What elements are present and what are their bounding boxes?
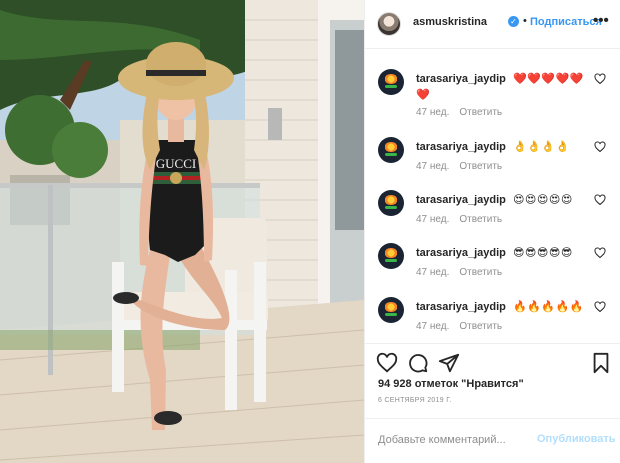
verified-badge-icon: ✓ xyxy=(508,16,519,27)
reply-button[interactable]: Ответить xyxy=(459,214,502,225)
like-comment-heart-icon[interactable] xyxy=(594,141,606,153)
commenter-avatar[interactable] xyxy=(378,297,404,323)
comment-text: 👌👌👌👌 xyxy=(512,140,570,153)
comment-line: tarasariya_jaydip 😎😎😎😎😎 xyxy=(416,245,596,261)
like-heart-icon[interactable] xyxy=(376,352,398,374)
commenter-avatar[interactable] xyxy=(378,137,404,163)
comment-time[interactable]: 47 нед. xyxy=(416,107,449,118)
comment-meta: 47 нед. Ответить xyxy=(416,214,502,225)
share-send-icon[interactable] xyxy=(438,352,460,374)
header-separator: • xyxy=(523,15,527,27)
comment-input[interactable] xyxy=(378,430,538,450)
comment-text: 😎😎😎😎😎 xyxy=(512,246,573,259)
reply-button[interactable]: Ответить xyxy=(459,267,502,278)
comment-meta: 47 нед. Ответить xyxy=(416,107,502,118)
comment-line: tarasariya_jaydip 😍😍😍😍😍 xyxy=(416,192,596,208)
comments-list[interactable]: tarasariya_jaydip ❤️❤️❤️❤️❤️❤️ 47 нед. От… xyxy=(365,49,620,343)
like-comment-heart-icon[interactable] xyxy=(594,194,606,206)
more-options-icon[interactable]: ••• xyxy=(593,12,609,29)
author-avatar[interactable] xyxy=(377,12,401,36)
comment-line: tarasariya_jaydip 🔥🔥🔥🔥🔥 xyxy=(416,299,596,315)
post-side-panel: asmuskristina ✓ • Подписаться ••• tarasa… xyxy=(364,0,620,463)
like-comment-heart-icon[interactable] xyxy=(594,247,606,259)
comment-time[interactable]: 47 нед. xyxy=(416,267,449,278)
commenter-avatar[interactable] xyxy=(378,243,404,269)
reply-button[interactable]: Ответить xyxy=(459,107,502,118)
post-photo[interactable]: GUCCI xyxy=(0,0,364,463)
follow-button[interactable]: Подписаться xyxy=(530,16,602,28)
save-bookmark-icon[interactable] xyxy=(590,352,612,374)
post-header: asmuskristina ✓ • Подписаться ••• xyxy=(365,0,620,49)
author-username[interactable]: asmuskristina xyxy=(413,16,487,28)
instagram-post: GUCCI asmuskristina ✓ • Подписаться ••• … xyxy=(0,0,620,463)
comment-line: tarasariya_jaydip 👌👌👌👌 xyxy=(416,139,596,155)
comment-bubble-icon[interactable] xyxy=(407,352,429,374)
comment-username[interactable]: tarasariya_jaydip xyxy=(416,247,506,259)
comment-username[interactable]: tarasariya_jaydip xyxy=(416,301,506,313)
comment-meta: 47 нед. Ответить xyxy=(416,267,502,278)
add-comment-bar: Опубликовать xyxy=(365,418,620,463)
photo-illustration: GUCCI xyxy=(0,0,364,463)
comment-meta: 47 нед. Ответить xyxy=(416,161,502,172)
comment-item: tarasariya_jaydip 😍😍😍😍😍 47 нед. Ответить xyxy=(365,190,620,244)
comment-username[interactable]: tarasariya_jaydip xyxy=(416,141,506,153)
publish-button[interactable]: Опубликовать xyxy=(537,433,616,445)
like-comment-heart-icon[interactable] xyxy=(594,73,606,85)
reply-button[interactable]: Ответить xyxy=(459,321,502,332)
comment-item: tarasariya_jaydip ❤️❤️❤️❤️❤️❤️ 47 нед. От… xyxy=(365,69,620,123)
comment-line: tarasariya_jaydip ❤️❤️❤️❤️❤️❤️ xyxy=(416,71,596,103)
comment-item: tarasariya_jaydip 🔥🔥🔥🔥🔥 47 нед. Ответить xyxy=(365,297,620,343)
comment-time[interactable]: 47 нед. xyxy=(416,161,449,172)
like-comment-heart-icon[interactable] xyxy=(594,301,606,313)
comment-text: 😍😍😍😍😍 xyxy=(512,193,573,206)
comment-text: 🔥🔥🔥🔥🔥 xyxy=(512,300,584,313)
commenter-avatar[interactable] xyxy=(378,69,404,95)
swimsuit-logo: GUCCI xyxy=(156,156,196,171)
comment-item: tarasariya_jaydip 😎😎😎😎😎 47 нед. Ответить xyxy=(365,243,620,297)
post-date: 6 СЕНТЯБРЯ 2019 Г. xyxy=(378,397,452,404)
comment-time[interactable]: 47 нед. xyxy=(416,214,449,225)
comment-username[interactable]: tarasariya_jaydip xyxy=(416,194,506,206)
comment-time[interactable]: 47 нед. xyxy=(416,321,449,332)
commenter-avatar[interactable] xyxy=(378,190,404,216)
reply-button[interactable]: Ответить xyxy=(459,161,502,172)
comment-meta: 47 нед. Ответить xyxy=(416,321,502,332)
post-actions-bar xyxy=(365,343,620,379)
comment-item: tarasariya_jaydip 👌👌👌👌 47 нед. Ответить xyxy=(365,137,620,191)
likes-count[interactable]: 94 928 отметок "Нравится" xyxy=(378,378,524,390)
comment-username[interactable]: tarasariya_jaydip xyxy=(416,73,506,85)
